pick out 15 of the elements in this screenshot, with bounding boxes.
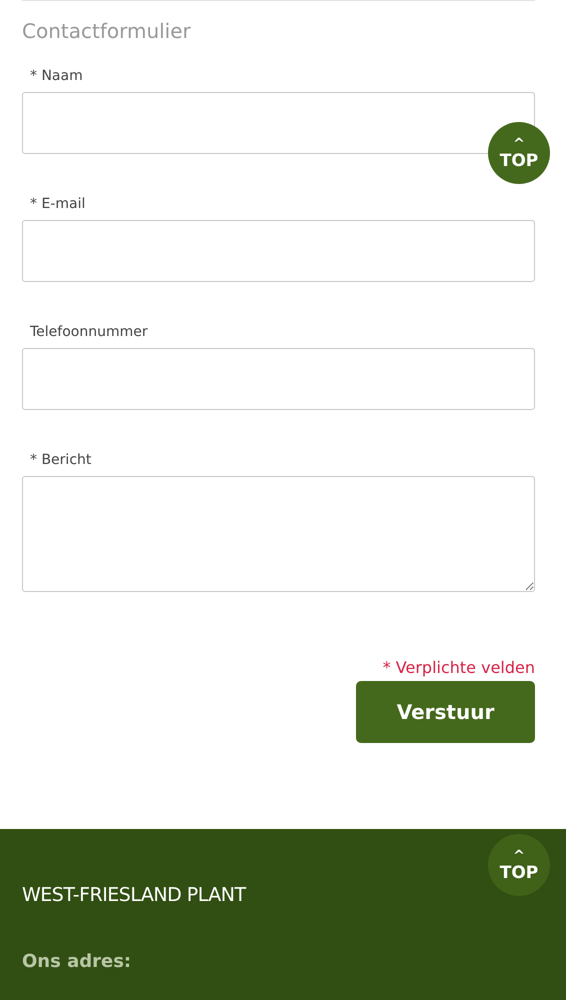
field-label: * Naam (30, 68, 84, 86)
input-field[interactable] (22, 220, 535, 282)
message-field[interactable] (22, 476, 535, 592)
field-label: Telefoonnummer (30, 324, 149, 342)
back-to-top-button[interactable]: ^ TOP (488, 122, 550, 184)
submit-button[interactable]: Verstuur (356, 681, 535, 743)
form-title: Contactformulier (22, 19, 192, 45)
required-note: * Verplichte velden (382, 658, 535, 677)
field-label: * E-mail (30, 196, 86, 214)
footer-title: WEST-FRIESLAND PLANT (22, 884, 246, 906)
input-field[interactable] (22, 348, 535, 410)
address-heading: Ons adres: (22, 951, 132, 972)
input-field[interactable] (22, 92, 535, 154)
field-label: * Bericht (30, 452, 92, 470)
back-to-top-button[interactable]: ^ TOP (488, 834, 550, 896)
